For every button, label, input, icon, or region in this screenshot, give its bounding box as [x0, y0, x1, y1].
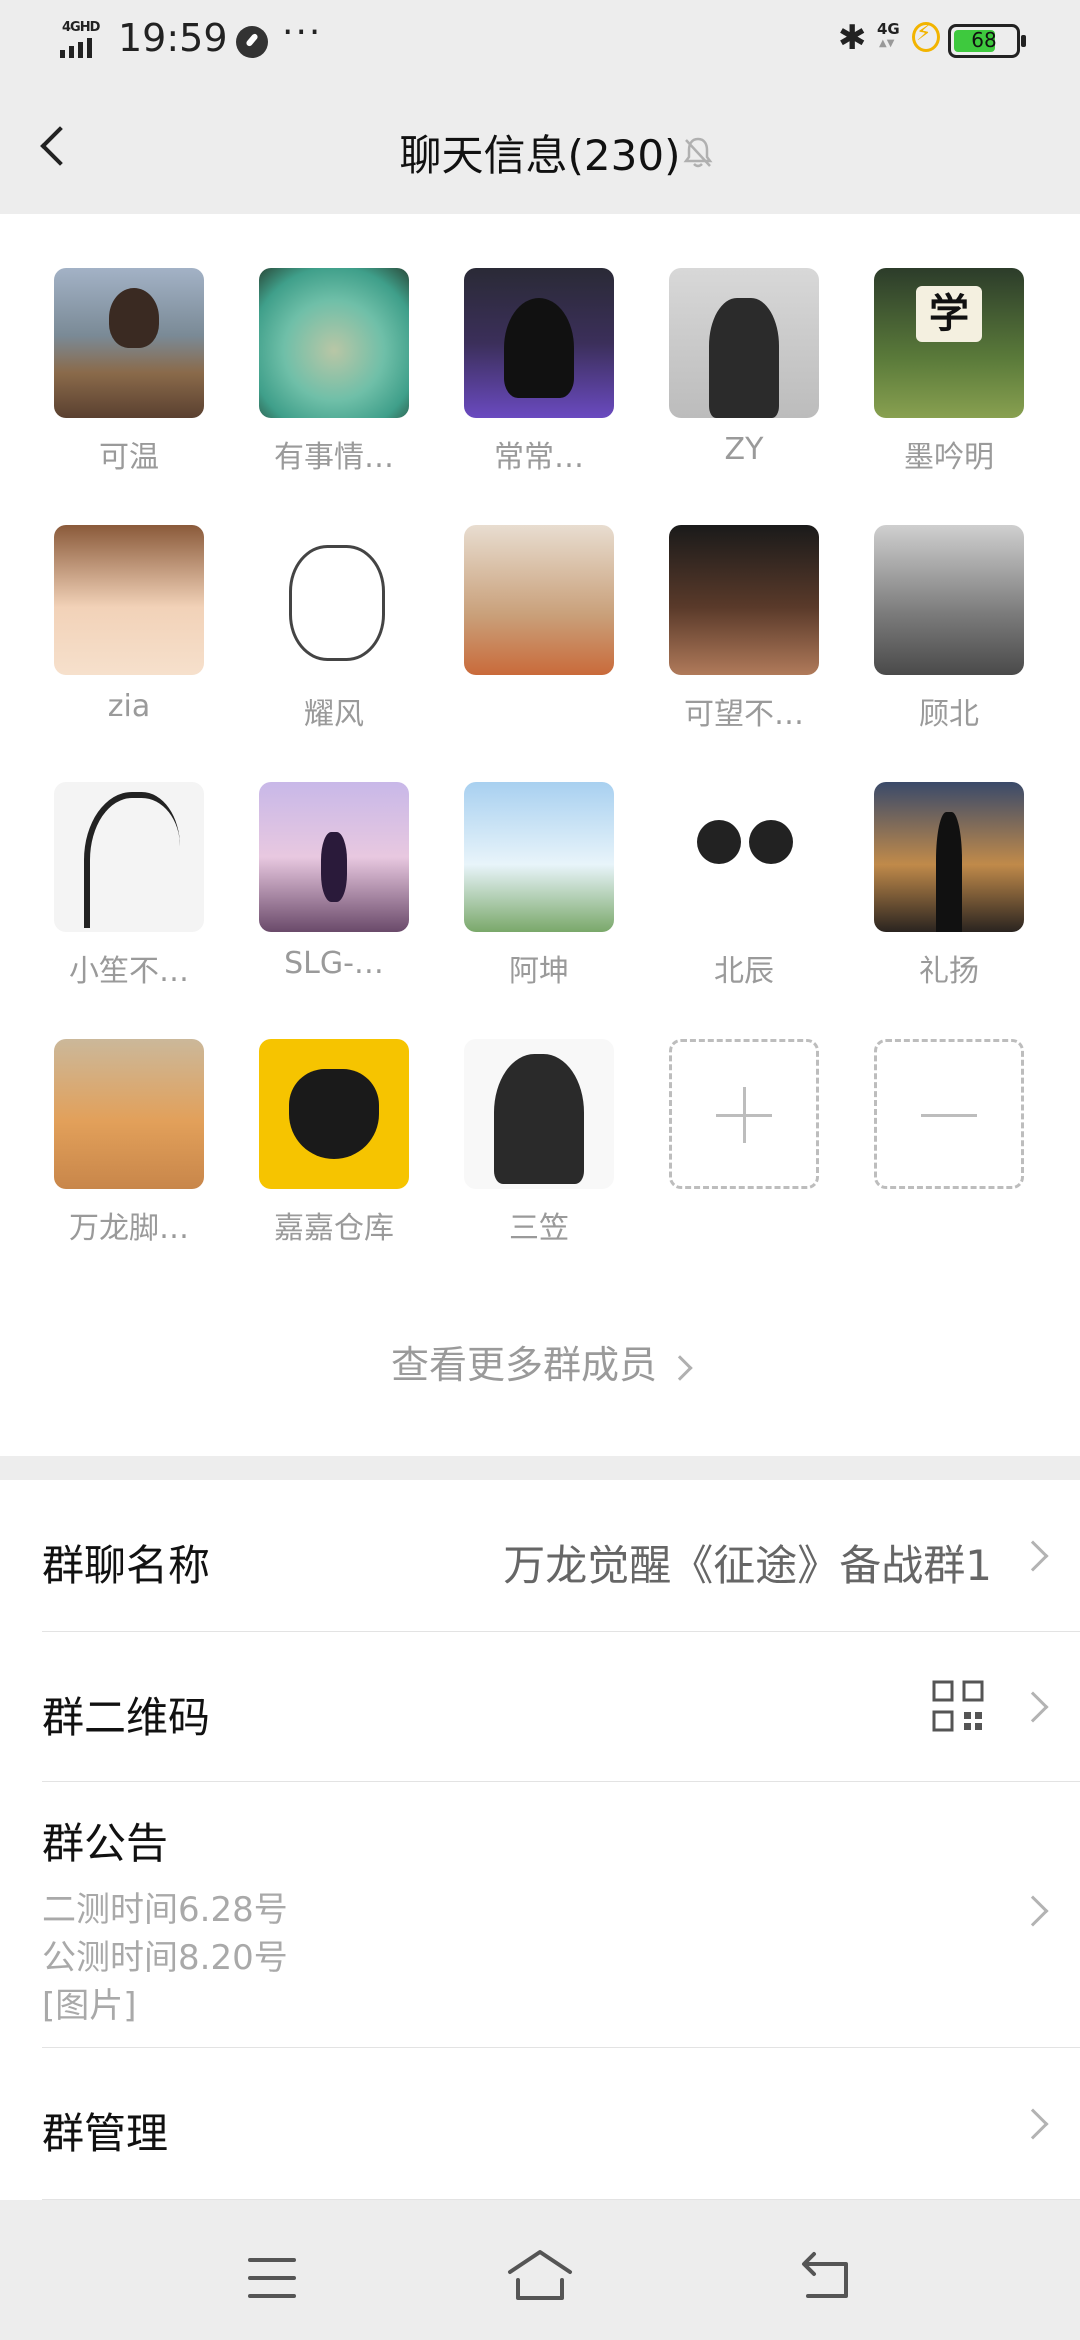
member-item[interactable]: 礼扬 — [874, 782, 1024, 1012]
page-title: 聊天信息(230) — [399, 131, 681, 180]
member-item[interactable] — [464, 525, 614, 755]
status-time: 19:59 — [118, 16, 228, 60]
member-avatar[interactable] — [259, 525, 409, 675]
chevron-right-icon — [1017, 1895, 1049, 1927]
chevron-right-icon — [667, 1354, 693, 1381]
member-name: 万龙脚… — [69, 1211, 189, 1246]
home-icon[interactable] — [504, 2244, 576, 2310]
member-item[interactable]: 三笠 — [464, 1039, 614, 1269]
chevron-right-icon — [1017, 1691, 1049, 1723]
member-name: 可望不… — [684, 697, 804, 732]
member-name: 阿坤 — [509, 954, 569, 989]
group-settings-list: 群聊名称 万龙觉醒《征途》备战群1 群二维码 群公告 二测时间6.28号 公测时… — [0, 1480, 1080, 2200]
member-avatar[interactable] — [874, 782, 1024, 932]
member-avatar[interactable] — [464, 1039, 614, 1189]
member-item[interactable]: 可望不… — [669, 525, 819, 755]
member-item[interactable]: 学 墨吟明 — [874, 268, 1024, 498]
add-member-button[interactable] — [669, 1039, 819, 1269]
member-avatar[interactable] — [669, 525, 819, 675]
member-name: 顾北 — [919, 697, 979, 732]
member-item[interactable]: 顾北 — [874, 525, 1024, 755]
member-name: 嘉嘉仓库 — [274, 1211, 394, 1246]
group-name-label: 群聊名称 — [42, 1541, 211, 1590]
group-manage-label: 群管理 — [42, 2109, 169, 2158]
member-item[interactable]: 可温 — [54, 268, 204, 498]
member-name: 礼扬 — [919, 954, 979, 989]
member-avatar[interactable] — [54, 1039, 204, 1189]
battery-level: 68 — [971, 28, 997, 52]
member-item[interactable]: 耀风 — [259, 525, 409, 755]
member-avatar[interactable] — [54, 268, 204, 418]
member-item[interactable]: 有事情… — [259, 268, 409, 498]
view-more-members-label: 查看更多群成员 — [390, 1343, 657, 1387]
member-avatar[interactable] — [669, 268, 819, 418]
charging-icon — [912, 21, 940, 52]
notice-line: 公测时间8.20号 — [42, 1938, 288, 1978]
chevron-right-icon — [1017, 1540, 1049, 1572]
member-item[interactable]: 阿坤 — [464, 782, 614, 1012]
member-name: ZY — [724, 432, 764, 467]
battery-icon: 68 — [948, 24, 1026, 58]
member-avatar[interactable] — [259, 782, 409, 932]
member-name: 有事情… — [274, 440, 394, 475]
status-bar: 4GHD 19:59 ··· ✱ 4G 68 — [0, 0, 1080, 84]
member-name: 耀风 — [304, 697, 364, 732]
member-name: 北辰 — [714, 954, 774, 989]
notice-line: [图片] — [42, 1986, 137, 2026]
system-nav-bar — [0, 2214, 1080, 2340]
group-manage-row[interactable]: 群管理 — [0, 2048, 1080, 2200]
avatar-sign-text: 学 — [916, 286, 982, 342]
menu-icon[interactable] — [244, 2250, 300, 2306]
member-item[interactable]: zia — [54, 525, 204, 755]
minus-icon[interactable] — [874, 1039, 1024, 1189]
member-item[interactable]: ZY — [669, 268, 819, 498]
member-grid: 可温 有事情… 常常… ZY 学 墨吟明 zia 耀风 可望不… 顾北 小笙不…… — [0, 214, 1080, 1456]
bluetooth-icon: ✱ — [838, 18, 867, 58]
network-type: 4GHD — [62, 20, 100, 35]
group-qr-label: 群二维码 — [42, 1693, 211, 1742]
member-avatar[interactable] — [464, 525, 614, 675]
member-avatar[interactable] — [259, 1039, 409, 1189]
member-name: 可温 — [99, 440, 159, 475]
member-avatar[interactable] — [259, 268, 409, 418]
group-notice-label: 群公告 — [42, 1819, 169, 1868]
signal-icon: 4GHD — [58, 20, 108, 60]
more-notifications-icon: ··· — [282, 12, 323, 53]
member-item[interactable]: SLG-… — [259, 782, 409, 1012]
member-avatar[interactable] — [464, 268, 614, 418]
plus-icon[interactable] — [669, 1039, 819, 1189]
member-avatar[interactable] — [464, 782, 614, 932]
member-item[interactable]: 万龙脚… — [54, 1039, 204, 1269]
member-avatar[interactable] — [54, 782, 204, 932]
member-item[interactable]: 常常… — [464, 268, 614, 498]
member-name: 墨吟明 — [904, 440, 994, 475]
title-bar: 聊天信息(230) — [0, 84, 1080, 214]
member-item[interactable]: 北辰 — [669, 782, 819, 1012]
notice-line: 二测时间6.28号 — [42, 1890, 288, 1930]
member-name: SLG-… — [284, 946, 384, 981]
compass-icon — [236, 26, 268, 58]
member-name: 小笙不… — [69, 954, 189, 989]
member-avatar[interactable]: 学 — [874, 268, 1024, 418]
member-avatar[interactable] — [54, 525, 204, 675]
member-name: zia — [107, 689, 151, 724]
remove-member-button[interactable] — [874, 1039, 1024, 1269]
chevron-right-icon — [1017, 2108, 1049, 2140]
qr-code-icon — [932, 1680, 984, 1732]
back-nav-icon[interactable] — [796, 2246, 856, 2306]
group-name-row[interactable]: 群聊名称 万龙觉醒《征途》备战群1 — [0, 1480, 1080, 1632]
group-notice-row[interactable]: 群公告 二测时间6.28号 公测时间8.20号 [图片] — [0, 1782, 1080, 2048]
mute-bell-icon — [683, 137, 713, 168]
group-qr-code-row[interactable]: 群二维码 — [0, 1632, 1080, 1782]
member-name: 常常… — [494, 440, 584, 475]
view-more-members-link[interactable]: 查看更多群成员 — [0, 1334, 1080, 1389]
member-avatar[interactable] — [669, 782, 819, 932]
group-name-value: 万龙觉醒《征途》备战群1 — [503, 1541, 992, 1590]
member-avatar[interactable] — [874, 525, 1024, 675]
member-name: 三笠 — [509, 1211, 569, 1246]
mobile-data-icon: 4G — [877, 20, 900, 49]
member-item[interactable]: 小笙不… — [54, 782, 204, 1012]
member-item[interactable]: 嘉嘉仓库 — [259, 1039, 409, 1269]
